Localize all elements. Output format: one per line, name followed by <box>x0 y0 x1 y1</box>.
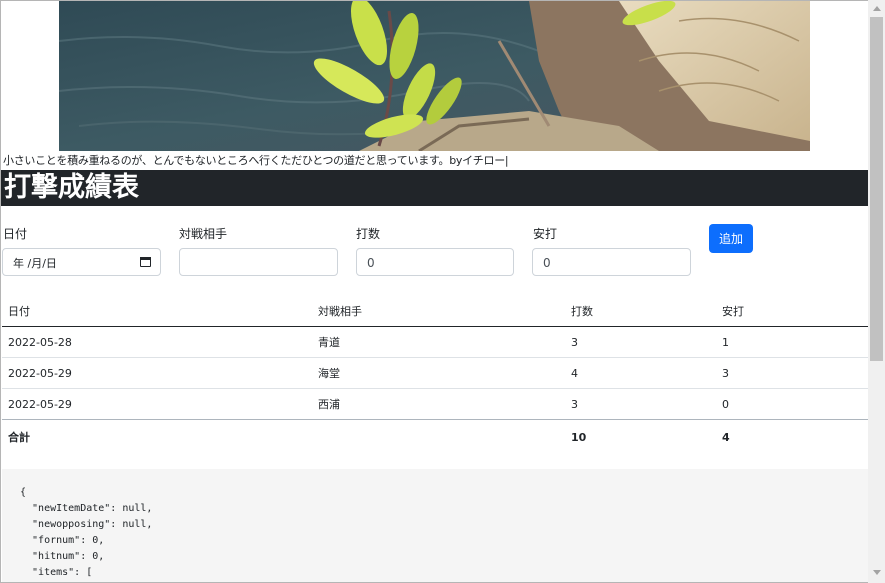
table-row: 2022-05-29 西浦 3 0 <box>2 388 868 420</box>
cell-date: 2022-05-29 <box>2 357 312 389</box>
tagline-quote: 小さいことを積み重ねるのが、とんでもないところへ行くただひとつの道だと思っていま… <box>3 154 509 167</box>
scroll-down-arrow-icon[interactable] <box>873 570 881 575</box>
hits-input[interactable]: 0 <box>532 248 691 276</box>
cell-atbats: 3 <box>565 326 716 358</box>
cell-hits: 3 <box>716 357 868 389</box>
page-title-bar: 打撃成績表 <box>1 170 868 206</box>
cell-opponent: 青道 <box>312 326 565 358</box>
table-total-row: 合計 10 4 <box>2 420 868 455</box>
table-row: 2022-05-29 海堂 4 3 <box>2 357 868 389</box>
cell-date: 2022-05-29 <box>2 388 312 420</box>
cell-atbats: 4 <box>565 357 716 389</box>
total-hits: 4 <box>722 430 730 444</box>
opponent-input[interactable] <box>179 248 338 276</box>
header-hits: 安打 <box>716 296 868 327</box>
cell-hits: 0 <box>716 388 868 420</box>
date-input[interactable]: 年 /月/日 <box>2 248 161 276</box>
cell-atbats: 3 <box>565 388 716 420</box>
total-opponent <box>312 420 565 455</box>
scroll-up-arrow-icon[interactable] <box>873 6 881 11</box>
debug-json-text: { "newItemDate": null, "newopposing": nu… <box>20 487 153 578</box>
leaf-and-stump-photo <box>59 1 810 151</box>
cell-hits: 1 <box>716 326 868 358</box>
cell-date: 2022-05-28 <box>2 326 312 358</box>
add-button[interactable]: 追加 <box>709 224 753 253</box>
calendar-icon[interactable] <box>140 257 151 267</box>
total-label: 合計 <box>8 431 30 444</box>
date-label: 日付 <box>3 227 28 241</box>
vertical-scrollbar[interactable] <box>868 0 885 583</box>
hits-label: 安打 <box>533 227 558 241</box>
date-placeholder: 年 /月/日 <box>13 257 57 270</box>
atbats-label: 打数 <box>356 227 381 241</box>
opponent-label: 対戦相手 <box>179 227 228 241</box>
total-atbats: 10 <box>571 430 587 444</box>
scrollbar-thumb[interactable] <box>870 17 883 361</box>
table-header-row: 日付 対戦相手 打数 安打 <box>2 296 868 327</box>
header-banner-image <box>59 1 810 151</box>
page-title: 打撃成績表 <box>4 172 139 203</box>
cell-opponent: 海堂 <box>312 357 565 389</box>
batting-table: 日付 対戦相手 打数 安打 2022-05-28 青道 3 1 2022-05-… <box>2 296 868 454</box>
cell-opponent: 西浦 <box>312 388 565 420</box>
atbats-input[interactable]: 0 <box>356 248 514 276</box>
browser-viewport: 小さいことを積み重ねるのが、とんでもないところへ行くただひとつの道だと思っていま… <box>0 0 885 583</box>
header-opponent: 対戦相手 <box>312 296 565 327</box>
header-date: 日付 <box>2 296 312 327</box>
header-atbats: 打数 <box>565 296 716 327</box>
debug-json-panel: { "newItemDate": null, "newopposing": nu… <box>2 469 868 582</box>
table-row: 2022-05-28 青道 3 1 <box>2 326 868 358</box>
